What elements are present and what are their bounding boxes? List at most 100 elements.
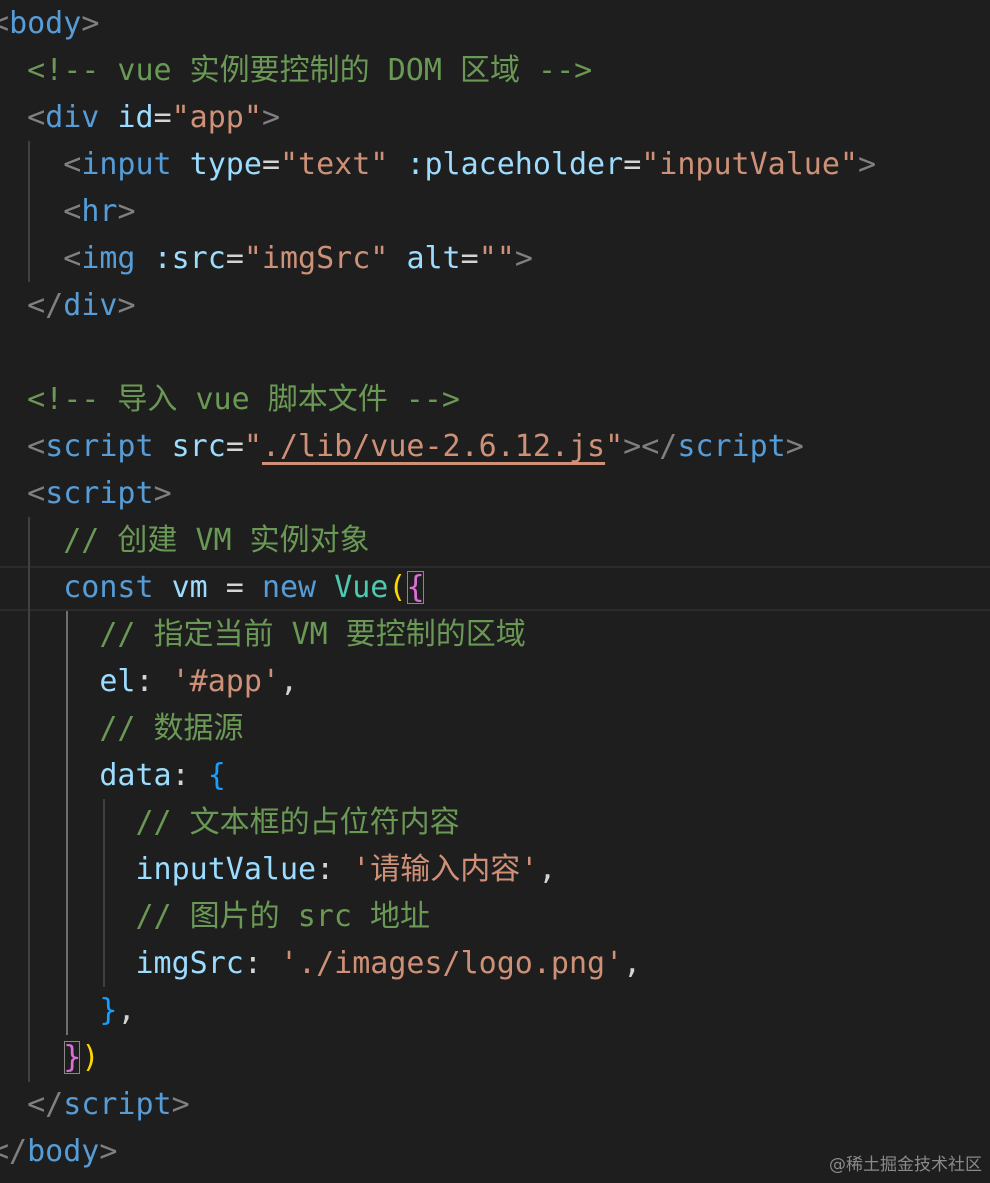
code-line[interactable]: </body> (0, 1128, 117, 1175)
code-token: id (117, 100, 154, 135)
code-token: "inputValue" (641, 147, 858, 182)
code-line[interactable]: el: '#app', (0, 658, 298, 705)
code-token: = (460, 241, 479, 276)
code-token: < (63, 194, 82, 229)
code-token: vm (171, 570, 208, 605)
code-line[interactable]: <!-- vue 实例要控制的 DOM 区域 --> (0, 47, 592, 94)
code-token: , (538, 852, 557, 887)
code-token: < (27, 100, 46, 135)
code-token: = (225, 241, 244, 276)
code-token: } (99, 993, 118, 1028)
code-line[interactable]: </script> (0, 1081, 190, 1128)
code-line[interactable]: }, (0, 987, 136, 1034)
code-line[interactable]: <hr> (0, 188, 136, 235)
code-line[interactable]: // 指定当前 VM 要控制的区域 (0, 611, 526, 658)
code-line[interactable]: <body> (0, 0, 99, 47)
code-token: input (81, 147, 172, 182)
code-token: img (81, 241, 136, 276)
code-line[interactable]: <input type="text" :placeholder="inputVa… (0, 141, 876, 188)
code-line[interactable]: // 文本框的占位符内容 (0, 799, 460, 846)
code-token: "text" (280, 147, 389, 182)
code-token: "imgSrc" (243, 241, 389, 276)
code-line[interactable]: const vm = new Vue({ (0, 564, 425, 611)
code-line[interactable]: <!-- 导入 vue 脚本文件 --> (0, 376, 460, 423)
code-token: './images/logo.png' (280, 946, 624, 981)
code-token: </ (27, 288, 64, 323)
code-token: // 指定当前 VM 要控制的区域 (99, 617, 526, 652)
code-token: </ (0, 1134, 28, 1169)
code-line[interactable]: // 创建 VM 实例对象 (0, 517, 369, 564)
code-line[interactable]: }) (0, 1034, 99, 1081)
code-token: = (225, 429, 244, 464)
code-token: ></ (623, 429, 678, 464)
code-token: < (63, 241, 82, 276)
code-line[interactable]: <img :src="imgSrc" alt=""> (0, 235, 533, 282)
code-token: const (63, 570, 154, 605)
code-token: , (117, 993, 136, 1028)
code-token: "app" (171, 100, 262, 135)
code-token: data (99, 758, 172, 793)
code-token: " (605, 429, 624, 464)
code-token: { (207, 758, 226, 793)
code-token: > (117, 288, 136, 323)
code-token: { (406, 570, 425, 605)
code-token: > (99, 1134, 118, 1169)
code-token: < (63, 147, 82, 182)
code-token: '请输入内容' (352, 852, 539, 887)
code-token: <!-- vue 实例要控制的 DOM 区域 --> (27, 53, 593, 88)
code-line[interactable]: <script src="./lib/vue-2.6.12.js"></scri… (0, 423, 804, 470)
code-token: script (45, 429, 154, 464)
code-line[interactable]: <div id="app"> (0, 94, 280, 141)
code-token: div (45, 100, 100, 135)
code-token: : (243, 946, 280, 981)
code-token: hr (81, 194, 118, 229)
code-token: body (9, 6, 82, 41)
code-line[interactable]: </div> (0, 282, 136, 329)
code-token: </ (27, 1087, 64, 1122)
code-token: = (153, 100, 172, 135)
code-token: el (99, 664, 136, 699)
code-token: '#app' (171, 664, 280, 699)
code-token: > (858, 147, 877, 182)
code-token: = (623, 147, 642, 182)
code-token: : (171, 758, 208, 793)
code-token: script (45, 476, 154, 511)
code-token: Vue (334, 570, 389, 605)
code-token: :src (153, 241, 226, 276)
code-line[interactable]: imgSrc: './images/logo.png', (0, 940, 642, 987)
code-line[interactable]: // 数据源 (0, 705, 243, 752)
code-token: ( (388, 570, 407, 605)
code-token: = (261, 147, 280, 182)
code-line[interactable]: <script> (0, 470, 172, 517)
code-line[interactable]: inputValue: '请输入内容', (0, 846, 557, 893)
code-token: type (189, 147, 262, 182)
code-line[interactable]: data: { (0, 752, 226, 799)
code-token: new (261, 570, 317, 605)
code-token: inputValue (135, 852, 317, 887)
code-line[interactable]: // 图片的 src 地址 (0, 893, 431, 940)
code-token: > (117, 194, 136, 229)
code-token: > (514, 241, 533, 276)
code-editor[interactable]: <body> <!-- vue 实例要控制的 DOM 区域 --> <div i… (0, 0, 990, 1183)
code-token: , (280, 664, 299, 699)
code-token: body (27, 1134, 100, 1169)
